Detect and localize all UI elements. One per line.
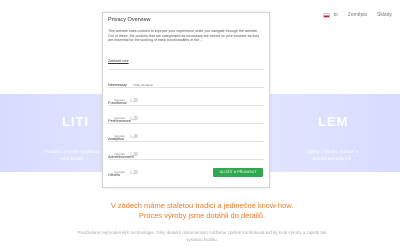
toggle-state-label: Vypnuto bbox=[114, 115, 125, 120]
functional-toggle[interactable] bbox=[130, 97, 138, 102]
hero-subtitle-left: Flexibilní a rychlá výroba na míru kvali… bbox=[44, 149, 100, 161]
others-toggle[interactable] bbox=[130, 169, 138, 174]
top-nav: to Zeměpis Sklady bbox=[322, 12, 392, 18]
performance-toggle[interactable] bbox=[130, 115, 138, 120]
toggle-state-label: Vypnuto bbox=[114, 97, 125, 102]
analytics-toggle[interactable] bbox=[130, 133, 138, 138]
nav-item-sklady[interactable]: Sklady bbox=[377, 12, 392, 18]
modal-title: Privacy Overview bbox=[108, 17, 151, 23]
toggle-state-label: Vypnuto bbox=[114, 133, 125, 138]
save-and-accept-button[interactable]: ULOŽIT A PŘIJMOUT bbox=[213, 168, 263, 177]
toggle-state-label: Vypnuto bbox=[114, 151, 125, 156]
show-more-link[interactable]: Zobrazit více bbox=[108, 59, 129, 63]
hero-title-left: LITI bbox=[62, 114, 90, 129]
language-switcher[interactable]: to bbox=[322, 12, 338, 18]
privacy-overview-modal: Privacy Overview This website uses cooki… bbox=[102, 12, 270, 188]
toggle-state-label: Vypnuto bbox=[114, 169, 125, 174]
cookie-category-analytics[interactable]: Analytics Vypnuto bbox=[108, 122, 264, 141]
cookie-category-advertisement[interactable]: Advertisement Vypnuto bbox=[108, 140, 264, 159]
cookie-category-necessary[interactable]: Necessary Vždy povoleno bbox=[108, 68, 264, 87]
language-label: to bbox=[333, 12, 338, 18]
cookie-category-performance[interactable]: Performance Vypnuto bbox=[108, 104, 264, 123]
czech-flag-icon bbox=[322, 12, 330, 18]
section-body-text: Používáme nejmodernější technologie. Dík… bbox=[77, 230, 327, 242]
advertisement-toggle[interactable] bbox=[130, 151, 138, 156]
section-headline: V zádech máme staletou tradici a jedineč… bbox=[110, 201, 294, 220]
nav-item-zemepis[interactable]: Zeměpis bbox=[348, 12, 367, 18]
hero-subtitle-right: Odlitky z hliníku, mosazi a bronzu pro p… bbox=[305, 149, 359, 161]
cookie-category-functional[interactable]: Functional Vypnuto bbox=[108, 86, 264, 105]
modal-description: This website uses cookies to improve you… bbox=[108, 29, 260, 43]
hero-title-right: LEM bbox=[318, 114, 349, 129]
